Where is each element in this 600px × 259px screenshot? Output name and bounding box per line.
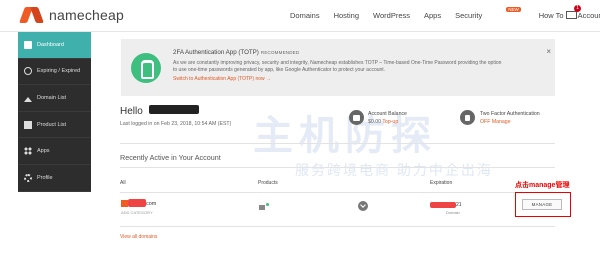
dashboard-icon	[24, 40, 32, 49]
nav-how-to[interactable]: How To	[539, 11, 564, 20]
nav-account[interactable]: Account	[578, 11, 600, 20]
sidebar-item-label: Dashboard	[37, 41, 64, 48]
annotation-text: 点击manage管理	[515, 182, 570, 189]
view-all-domains-link[interactable]: View all domains	[120, 234, 157, 240]
close-icon[interactable]: ×	[546, 47, 551, 56]
apps-icon	[24, 147, 32, 156]
sidebar-item-expiring[interactable]: Expiring / Expired	[18, 58, 91, 86]
sidebar: Dashboard Expiring / Expired Domain List…	[18, 32, 91, 192]
balance-amount: $0.00	[368, 119, 381, 125]
column-expiration: Expiration	[430, 180, 453, 186]
recent-activity-title: Recently Active in Your Account	[120, 153, 221, 162]
divider	[120, 226, 555, 227]
redacted-expiration	[430, 202, 456, 208]
sidebar-item-apps[interactable]: Apps	[18, 138, 91, 165]
product-home-icon	[259, 203, 269, 210]
nav-hosting[interactable]: Hosting	[334, 11, 359, 20]
new-badge: NEW	[506, 7, 521, 12]
domain-name[interactable]: com	[146, 201, 156, 207]
sidebar-item-dashboard[interactable]: Dashboard	[18, 32, 91, 59]
namecheap-logo-icon	[19, 7, 44, 23]
sidebar-item-profile[interactable]: Profile	[18, 164, 91, 192]
notice-text: As we are constantly improving privacy, …	[173, 60, 502, 73]
two-factor-label: Two Factor Authentication	[480, 111, 540, 117]
phone-touch-icon	[131, 53, 161, 83]
wallet-icon	[349, 110, 364, 125]
recommended-label: RECOMMENDED	[260, 50, 300, 55]
add-category-link[interactable]: ADD CATEGORY	[121, 210, 153, 215]
two-factor-status: OFF	[480, 119, 491, 125]
gear-icon	[24, 173, 32, 182]
nav-wordpress[interactable]: WordPress	[373, 11, 410, 20]
greeting: Hello	[120, 105, 199, 117]
sidebar-item-label: Profile	[37, 174, 53, 181]
redacted-username	[148, 105, 199, 114]
expiration-date: 21	[456, 202, 462, 208]
sidebar-item-domain-list[interactable]: Domain List	[18, 85, 91, 112]
totp-notice: 2FA Authentication App (TOTP) RECOMMENDED…	[121, 39, 555, 96]
mail-count-badge: 1	[574, 5, 581, 12]
divider	[120, 192, 555, 193]
logo-text: namecheap	[49, 7, 124, 23]
switch-totp-link[interactable]: Switch to Authentication App (TOTP) now …	[173, 76, 271, 82]
chevron-down-icon[interactable]	[358, 201, 368, 211]
watermark-sub: 服务跨境电商 助力中企出海	[295, 162, 493, 178]
column-all[interactable]: All	[120, 180, 126, 186]
nav-security-label: Security	[455, 11, 483, 20]
account-balance-value: $0.00 Top-up	[368, 119, 398, 125]
top-navbar: namecheap Domains Hosting WordPress Apps…	[0, 0, 600, 32]
greeting-text: Hello	[120, 106, 143, 117]
domain-icon	[121, 200, 128, 207]
two-factor-value: OFF Manage	[480, 119, 511, 125]
nav-apps[interactable]: Apps	[424, 11, 441, 20]
notice-title-text: 2FA Authentication App (TOTP)	[173, 49, 259, 56]
sidebar-item-label: Expiring / Expired	[37, 68, 81, 75]
notice-title: 2FA Authentication App (TOTP) RECOMMENDED	[173, 49, 299, 56]
two-factor-manage-link[interactable]: Manage	[492, 119, 511, 125]
mail-icon[interactable]	[566, 11, 577, 19]
redacted-domain	[128, 199, 146, 207]
home-icon	[24, 94, 32, 102]
clock-icon	[24, 67, 32, 76]
watermark-main: 主机防探	[253, 114, 437, 158]
nav-security[interactable]: Security NEW	[455, 7, 525, 20]
lock-icon	[460, 110, 475, 125]
expiration-type: Domain	[446, 210, 460, 215]
nav-domains[interactable]: Domains	[290, 11, 320, 20]
namecheap-logo[interactable]: namecheap	[19, 7, 124, 23]
divider	[120, 143, 555, 144]
box-icon	[24, 120, 32, 129]
sidebar-item-label: Domain List	[37, 94, 67, 101]
last-login: Last logged in on Feb 23, 2018, 10:54 AM…	[120, 121, 232, 127]
manage-button[interactable]: MANAGE	[522, 199, 562, 210]
sidebar-item-product-list[interactable]: Product List	[18, 111, 91, 139]
account-balance-label: Account Balance	[368, 111, 407, 117]
sidebar-item-label: Product List	[37, 121, 67, 128]
column-products: Products	[258, 180, 278, 186]
main-nav: Domains Hosting WordPress Apps Security N…	[290, 7, 600, 20]
sidebar-item-label: Apps	[37, 148, 50, 155]
divider	[120, 167, 555, 168]
top-up-link[interactable]: Top-up	[382, 119, 398, 125]
